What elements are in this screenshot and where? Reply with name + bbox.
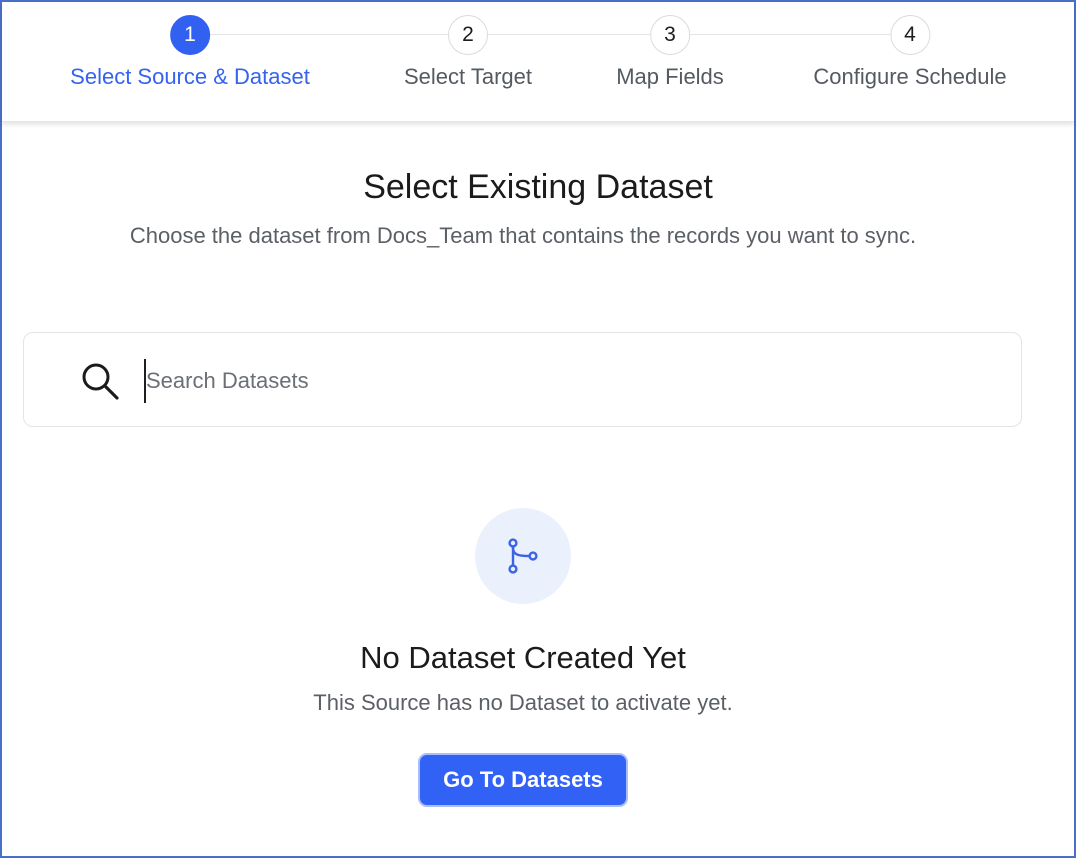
page-title: Select Existing Dataset (363, 168, 713, 206)
search-icon (82, 363, 119, 400)
step-number: 2 (447, 15, 488, 55)
wizard-stepper: 1 Select Source & Dataset 2 Select Targe… (2, 2, 1074, 122)
step-select-target[interactable]: 2 Select Target (404, 15, 532, 90)
step-number: 3 (650, 15, 690, 55)
search-box[interactable] (23, 332, 1022, 427)
empty-state-text: This Source has no Dataset to activate y… (313, 690, 733, 715)
page-subtitle: Choose the dataset from Docs_Team that c… (129, 223, 917, 248)
step-label: Configure Schedule (813, 64, 1007, 89)
search-input[interactable] (144, 359, 1004, 403)
step-configure-schedule[interactable]: 4 Configure Schedule (813, 15, 1007, 90)
step-label: Map Fields (616, 64, 724, 89)
step-number: 4 (890, 15, 930, 55)
step-map-fields[interactable]: 3 Map Fields (616, 15, 724, 90)
dialog-frame: 1 Select Source & Dataset 2 Select Targe… (0, 0, 1076, 858)
step-label: Select Target (403, 64, 533, 89)
empty-state-title: No Dataset Created Yet (360, 640, 686, 675)
empty-state-icon-container (475, 508, 571, 604)
step-number: 1 (170, 15, 210, 55)
go-to-datasets-button[interactable]: Go To Datasets (418, 753, 628, 807)
step-select-source[interactable]: 1 Select Source & Dataset (70, 15, 310, 90)
step-label: Select Source & Dataset (70, 64, 310, 89)
dataset-branch-icon (508, 538, 538, 574)
